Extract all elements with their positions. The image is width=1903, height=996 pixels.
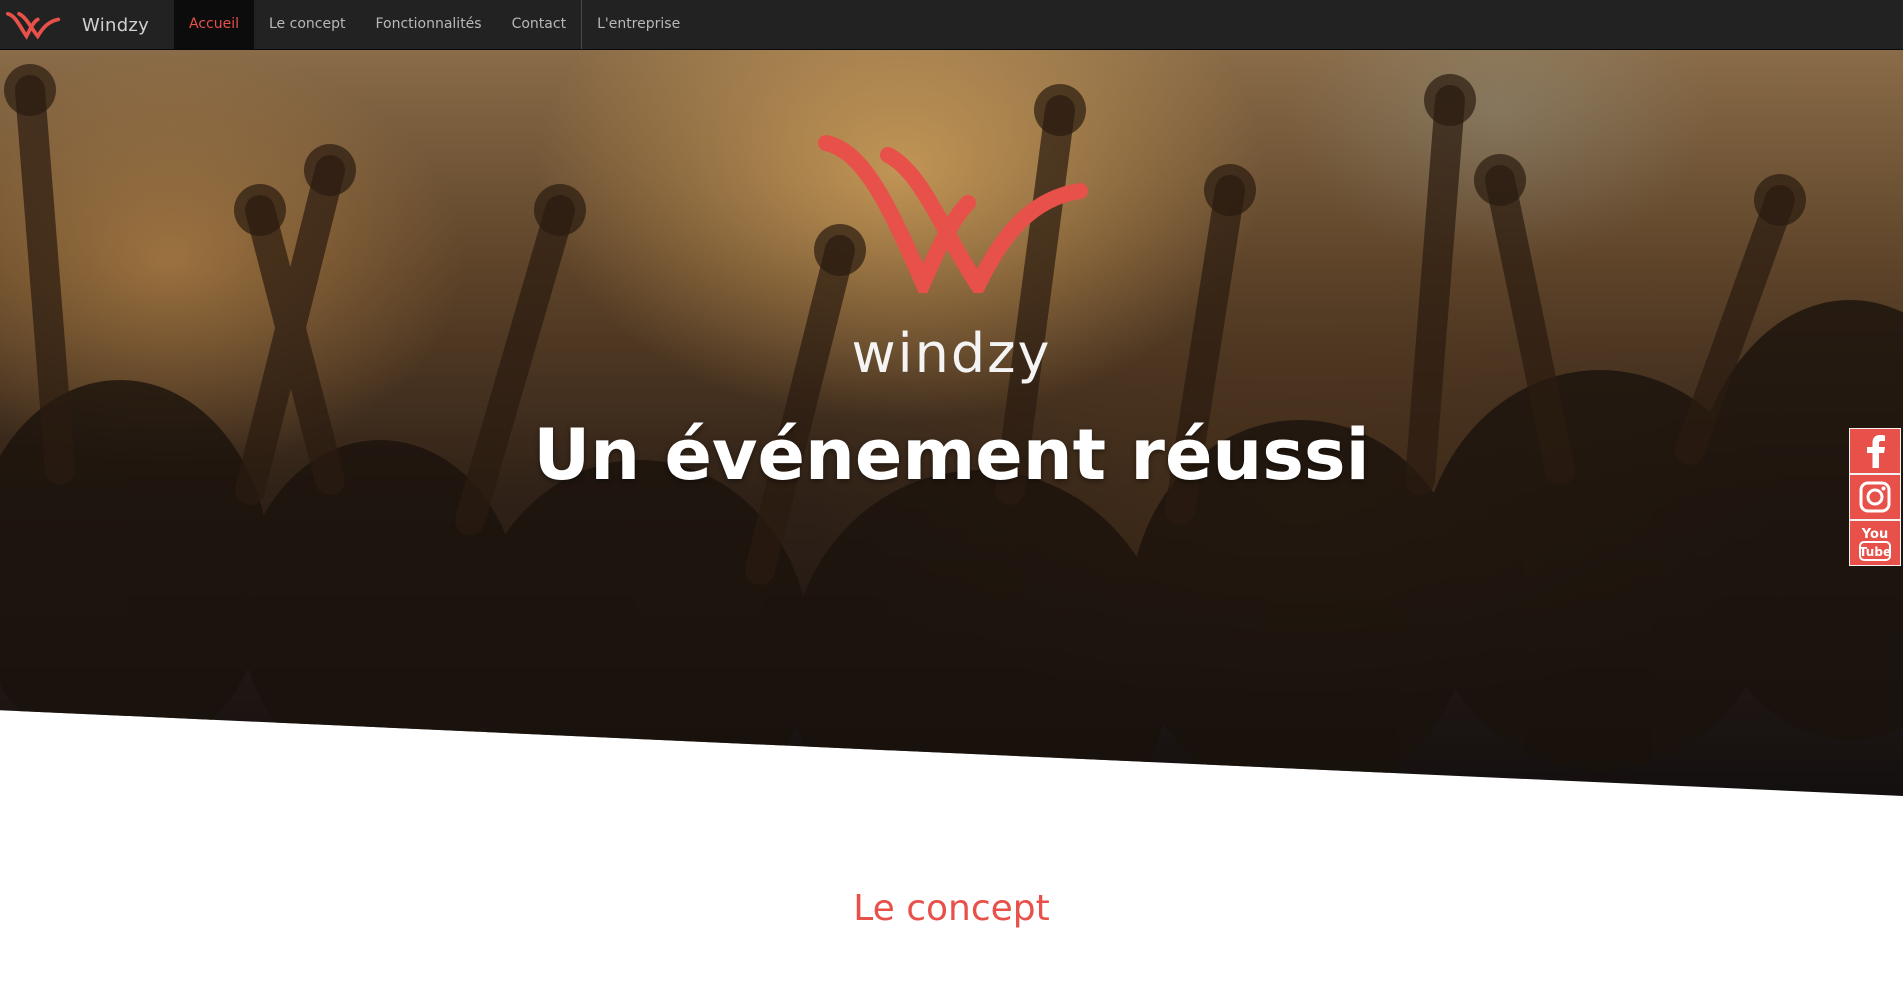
svg-text:You: You (1861, 527, 1888, 542)
nav-item-fonctionnalites[interactable]: Fonctionnalités (360, 0, 496, 49)
brand[interactable]: Windzy (6, 6, 149, 44)
windzy-w-logo-icon (6, 11, 61, 40)
section-title-concept: Le concept (853, 888, 1050, 929)
nav-item-le-concept[interactable]: Le concept (254, 0, 360, 49)
svg-text:Tube: Tube (1859, 545, 1891, 559)
nav-item-accueil[interactable]: Accueil (174, 0, 254, 49)
instagram-button[interactable] (1849, 474, 1901, 520)
instagram-icon (1859, 481, 1891, 513)
nav-item-entreprise[interactable]: L'entreprise (581, 0, 695, 49)
youtube-icon: You Tube (1859, 527, 1891, 561)
hero-banner: windzy Un événement réussi (0, 50, 1903, 796)
nav-item-contact[interactable]: Contact (497, 0, 581, 49)
hero-headline: Un événement réussi (533, 414, 1370, 496)
hero-wordmark: windzy (851, 322, 1052, 385)
windzy-w-logo-icon (818, 135, 1088, 293)
nav-menu: Accueil Le concept Fonctionnalités Conta… (174, 0, 695, 49)
top-navbar: Windzy Accueil Le concept Fonctionnalité… (0, 0, 1903, 50)
facebook-icon (1867, 435, 1885, 468)
social-links: You Tube (1849, 428, 1901, 566)
facebook-button[interactable] (1849, 428, 1901, 474)
brand-name: Windzy (82, 14, 150, 36)
youtube-button[interactable]: You Tube (1849, 520, 1901, 566)
